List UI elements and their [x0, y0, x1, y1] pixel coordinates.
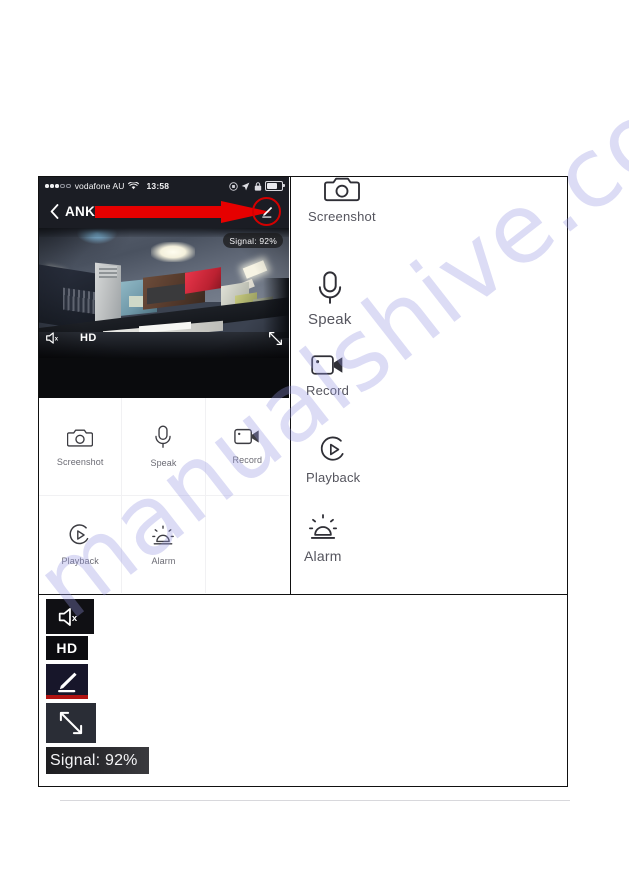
legend-mute-tile: x — [46, 599, 94, 634]
enlarged-label: Playback — [306, 470, 361, 485]
camera-icon — [323, 177, 360, 202]
enlarged-label: Speak — [308, 311, 352, 328]
signal-strength-badge: Signal: 92% — [223, 233, 283, 248]
rotation-lock-icon — [228, 181, 238, 191]
action-label: Alarm — [151, 555, 176, 566]
overlay-icon-legend: x HD Signal: 92% — [40, 597, 566, 785]
lock-icon — [254, 181, 262, 191]
microphone-icon — [318, 271, 341, 304]
svg-text:x: x — [55, 337, 59, 343]
action-label: Speak — [150, 457, 177, 468]
action-alarm[interactable]: Alarm — [122, 495, 206, 593]
enlarged-label: Record — [306, 383, 350, 398]
pencil-edit-icon — [261, 206, 272, 218]
legend-edit-tile — [46, 664, 88, 699]
svg-text:x: x — [71, 613, 77, 624]
speaker-mute-icon: x — [58, 607, 77, 626]
legend-signal-tile: Signal: 92% — [46, 747, 149, 774]
enlarged-label: Alarm — [304, 548, 342, 564]
location-arrow-icon — [241, 182, 250, 191]
enlarged-speak[interactable]: Speak — [308, 271, 352, 328]
alarm-siren-icon — [152, 525, 175, 545]
enlarged-alarm[interactable]: Alarm — [304, 511, 342, 564]
legend-hd-tile: HD — [46, 636, 88, 660]
action-screenshot[interactable]: Screenshot — [39, 398, 123, 496]
enlarged-icon-legend: Screenshot Speak Record Playback Alarm — [292, 177, 566, 593]
edit-button[interactable] — [252, 197, 281, 226]
action-label: Record — [232, 455, 263, 466]
speaker-mute-icon: x — [46, 332, 59, 344]
enlarged-label: Screenshot — [308, 209, 376, 224]
fullscreen-button[interactable] — [268, 331, 283, 346]
camera-action-grid: Screenshot Speak Record Playback Alarm — [39, 398, 289, 593]
enlarged-playback[interactable]: Playback — [306, 435, 360, 485]
video-camera-icon — [234, 429, 260, 445]
red-arrow-icon — [95, 201, 271, 223]
action-speak[interactable]: Speak — [122, 398, 206, 496]
legend-fullscreen-tile — [46, 703, 96, 743]
play-circle-icon — [69, 524, 89, 544]
action-label: Playback — [61, 555, 99, 566]
pencil-edit-icon — [58, 672, 77, 692]
camera-icon — [67, 429, 94, 447]
play-circle-icon — [320, 436, 344, 461]
microphone-icon — [155, 425, 172, 448]
video-camera-icon — [311, 355, 343, 375]
carrier-label: vodafone AU — [74, 181, 125, 191]
alarm-siren-icon — [308, 514, 337, 539]
fullscreen-expand-icon — [269, 331, 282, 345]
video-control-overlay: x HD — [39, 324, 289, 352]
grid-empty-cell — [206, 496, 289, 594]
live-video-player[interactable]: Signal: 92% x HD — [39, 228, 289, 398]
action-record[interactable]: Record — [205, 398, 289, 496]
action-playback[interactable]: Playback — [39, 495, 123, 593]
mute-toggle-button[interactable]: x — [45, 331, 62, 345]
enlarged-record[interactable]: Record — [306, 353, 349, 398]
camera-feed-image: Signal: 92% x HD — [39, 228, 289, 358]
phone-screenshot: vodafone AU 13:58 ANKO Signal: 92% x HD … — [39, 177, 289, 593]
fullscreen-expand-icon — [59, 711, 83, 735]
figure-vertical-divider — [290, 176, 291, 594]
figure-horizontal-divider — [38, 594, 568, 595]
clock-label: 13:58 — [146, 181, 170, 191]
action-label: Screenshot — [56, 456, 104, 467]
battery-icon — [265, 181, 285, 191]
wifi-icon — [128, 182, 140, 190]
page-divider-rule — [60, 800, 570, 801]
enlarged-screenshot[interactable]: Screenshot — [308, 173, 376, 224]
signal-dots-icon — [45, 183, 71, 189]
ios-status-bar: vodafone AU 13:58 — [39, 177, 289, 195]
back-button[interactable] — [47, 204, 61, 219]
video-quality-button[interactable]: HD — [80, 332, 97, 344]
app-nav-bar: ANKO — [39, 195, 289, 228]
